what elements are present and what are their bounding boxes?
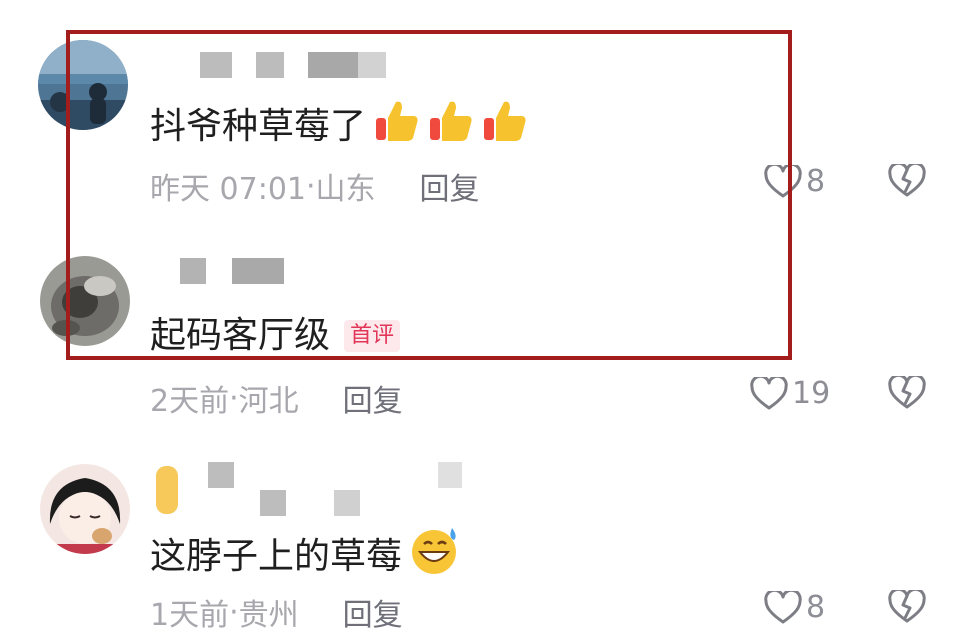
comment-text: 起码客厅级 首评 [150,314,401,358]
heart-icon [764,164,802,197]
like-button[interactable]: 8 [764,164,825,199]
like-button[interactable]: 8 [764,590,825,625]
comment-text: 抖爷种草莓了 [150,98,528,155]
dislike-button[interactable] [888,373,926,414]
like-count: 8 [806,164,826,199]
meta-separator: · [306,168,316,204]
comment-time: 2天前 [150,384,230,419]
dislike-button[interactable] [888,587,926,628]
user-badge-icon [156,466,178,514]
thumbs-up-icon [482,98,528,155]
first-comment-badge: 首评 [344,320,401,352]
thumbs-up-icon [374,98,420,155]
broken-heart-icon [888,587,926,623]
comment-meta: 1天前 · 贵州 回复 [150,590,403,634]
comment-text-label: 这脖子上的草莓 [150,535,403,577]
meta-separator: · [229,594,239,630]
comment-text-label: 抖爷种草莓了 [150,105,367,147]
like-button[interactable]: 19 [750,376,830,411]
comment-location: 贵州 [238,598,299,633]
heart-icon [764,590,802,623]
thumbs-up-icon [428,98,474,155]
comment-location: 山东 [315,172,376,207]
reply-button[interactable]: 回复 [343,376,403,420]
heart-icon [750,376,788,409]
broken-heart-icon [888,161,926,197]
comment-time: 昨天 07:01 [150,172,306,207]
grin-sweat-icon [410,526,460,587]
comment-meta: 2天前 · 河北 回复 [150,376,403,420]
avatar[interactable] [40,464,130,554]
avatar[interactable] [40,256,130,346]
broken-heart-icon [888,373,926,409]
dislike-button[interactable] [888,161,926,202]
comment-text: 这脖子上的草莓 [150,526,460,587]
like-count: 19 [792,376,831,411]
comment-location: 河北 [238,384,299,419]
comment-time: 1天前 [150,598,230,633]
reply-button[interactable]: 回复 [420,164,480,208]
avatar[interactable] [38,40,128,130]
like-count: 8 [806,590,826,625]
reply-button[interactable]: 回复 [343,590,403,634]
meta-separator: · [229,380,239,416]
comment-meta: 昨天 07:01 · 山东 回复 [150,164,480,208]
comment-text-label: 起码客厅级 [150,315,331,356]
